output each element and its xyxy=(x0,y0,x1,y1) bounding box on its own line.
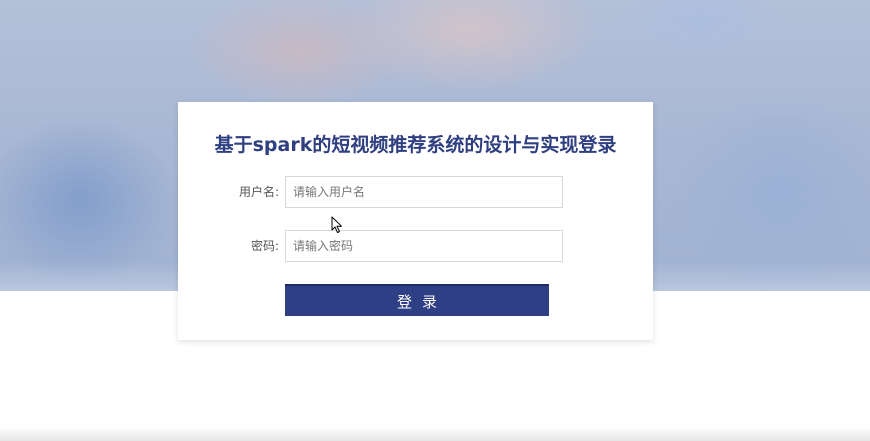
footer-fade xyxy=(0,427,870,441)
username-input[interactable] xyxy=(285,176,563,208)
mouse-pointer-icon xyxy=(331,216,342,233)
password-label: 密码: xyxy=(250,239,279,253)
username-label: 用户名: xyxy=(238,185,279,199)
page-title: 基于spark的短视频推荐系统的设计与实现登录 xyxy=(214,134,617,156)
login-button[interactable]: 登录 xyxy=(285,284,549,316)
login-card: 基于spark的短视频推荐系统的设计与实现登录 用户名: 密码: 登录 xyxy=(178,102,653,340)
password-row: 密码: xyxy=(178,230,653,262)
login-page: 基于spark的短视频推荐系统的设计与实现登录 用户名: 密码: 登录 xyxy=(0,0,870,441)
password-input[interactable] xyxy=(285,230,563,262)
username-row: 用户名: xyxy=(178,176,653,208)
